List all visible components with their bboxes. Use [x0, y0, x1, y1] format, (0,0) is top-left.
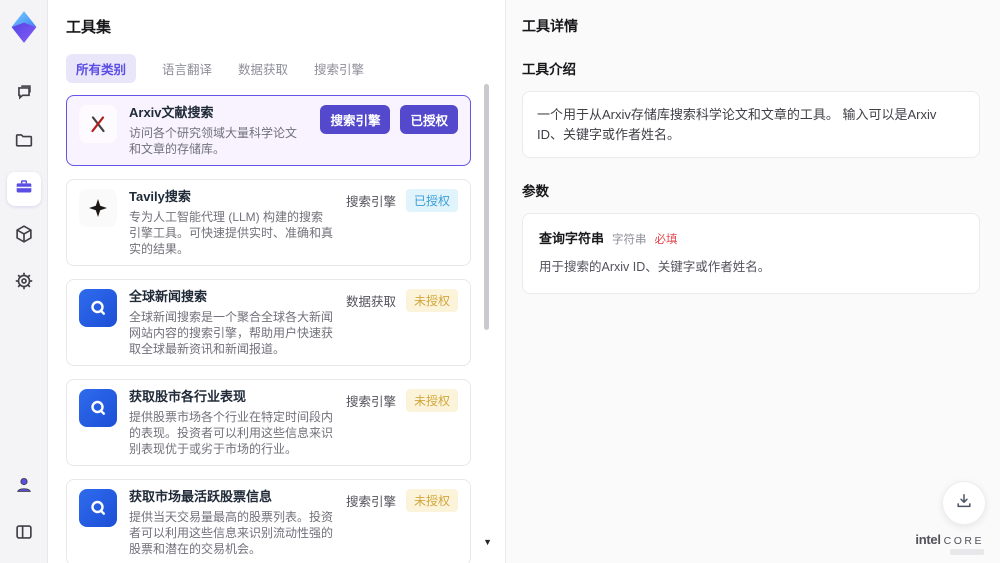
tool-status-badge: 未授权	[405, 289, 458, 312]
category-tabs: 所有类别 语言翻译 数据获取 搜索引擎	[66, 54, 471, 83]
app-logo-icon	[7, 10, 41, 44]
intel-core-sub-mark	[950, 549, 984, 555]
tool-intro-text: 一个用于从Arxiv存储库搜索科学论文和文章的工具。 输入可以是Arxiv ID…	[522, 91, 980, 158]
tool-icon	[79, 105, 117, 143]
tool-title: Arxiv文献搜索	[129, 105, 214, 120]
search-q-icon	[91, 300, 105, 315]
tool-title: Tavily搜索	[129, 189, 191, 204]
tool-card-list: Arxiv文献搜索 访问各个研究领域大量科学论文和文章的存储库。 搜索引擎 已授…	[66, 95, 471, 563]
category-tab[interactable]: 所有类别	[66, 54, 137, 83]
core-brand-text: core	[943, 535, 984, 547]
page-title: 工具集	[66, 19, 112, 36]
param-description: 用于搜索的Arxiv ID、关键字或作者姓名。	[539, 260, 771, 274]
gear-icon	[13, 270, 35, 297]
download-icon	[954, 491, 974, 516]
intel-brand-text: intel	[915, 532, 941, 547]
tool-icon	[79, 189, 117, 227]
category-tab[interactable]: 数据获取	[238, 59, 288, 78]
tool-card[interactable]: 全球新闻搜索 全球新闻搜索是一个聚合全球各大新闻网站内容的搜索引擎，帮助用户快速…	[66, 279, 471, 366]
tool-status-badge: 已授权	[400, 105, 458, 134]
tool-category-label: 搜索引擎	[345, 195, 396, 209]
intro-heading: 工具介绍	[522, 62, 576, 77]
param-type: 字符串	[612, 234, 647, 246]
sidebar-item-plugins[interactable]	[7, 219, 41, 253]
sidebar-item-toolset[interactable]	[6, 172, 41, 206]
tool-title: 全球新闻搜索	[129, 289, 208, 304]
tool-category-label: 搜索引擎	[320, 105, 391, 134]
tavily-star-icon	[89, 199, 107, 217]
tool-category-label: 搜索引擎	[345, 495, 396, 509]
tool-status-badge: 未授权	[405, 489, 458, 512]
tool-status-badge: 未授权	[405, 389, 458, 412]
arxiv-icon	[91, 116, 105, 133]
sidebar-item-chat[interactable]	[7, 78, 41, 112]
sidebar-item-files[interactable]	[7, 125, 41, 159]
toolbox-icon	[13, 176, 35, 203]
tool-title: 获取市场最活跃股票信息	[129, 489, 273, 504]
panel-toggle-icon	[13, 521, 35, 548]
detail-title: 工具详情	[522, 18, 578, 34]
tool-title: 获取股市各行业表现	[129, 389, 247, 404]
folder-icon	[13, 129, 35, 156]
tool-icon	[79, 489, 117, 527]
tool-card[interactable]: 获取股市各行业表现 提供股票市场各个行业在特定时间段内的表现。投资者可以利用这些…	[66, 379, 471, 466]
cube-icon	[13, 223, 35, 250]
search-q-icon	[91, 500, 105, 515]
sidebar-item-settings[interactable]	[7, 266, 41, 300]
tool-category-label: 搜索引擎	[345, 395, 396, 409]
category-tab[interactable]: 语言翻译	[162, 59, 212, 78]
tool-status-badge: 已授权	[405, 189, 458, 212]
tool-category-label: 数据获取	[345, 295, 396, 309]
tool-desc: 访问各个研究领域大量科学论文和文章的存储库。	[129, 126, 298, 156]
tool-list-pane: 工具集 所有类别 语言翻译 数据获取 搜索引擎 Arxiv文献搜索 访问各个研究领域大…	[48, 0, 505, 563]
params-heading: 参数	[522, 184, 549, 199]
tool-icon	[79, 289, 117, 327]
category-tab[interactable]: 搜索引擎	[314, 59, 364, 78]
sidebar-item-account[interactable]	[7, 470, 41, 504]
tool-icon	[79, 389, 117, 427]
chat-icon	[13, 82, 35, 109]
search-q-icon	[91, 400, 105, 415]
scrollbar-thumb[interactable]	[484, 84, 489, 330]
param-required-badge: 必填	[654, 234, 678, 246]
user-icon	[13, 474, 35, 501]
download-button[interactable]	[942, 481, 986, 525]
tool-desc: 提供股票市场各个行业在特定时间段内的表现。投资者可以利用这些信息来识别表现优于或…	[129, 410, 334, 456]
tool-detail-pane: 工具详情 工具介绍 一个用于从Arxiv存储库搜索科学论文和文章的工具。 输入可…	[505, 0, 1000, 563]
scroll-down-arrow[interactable]: ▼	[483, 538, 492, 547]
tool-card[interactable]: 获取市场最活跃股票信息 提供当天交易量最高的股票列表。投资者可以利用这些信息来识…	[66, 479, 471, 563]
tool-desc: 专为人工智能代理 (LLM) 构建的搜索引擎工具。可快速提供实时、准确和真实的结…	[129, 210, 334, 256]
tool-card[interactable]: Arxiv文献搜索 访问各个研究领域大量科学论文和文章的存储库。 搜索引擎 已授…	[66, 95, 471, 166]
tool-desc: 全球新闻搜索是一个聚合全球各大新闻网站内容的搜索引擎，帮助用户快速获取全球最新资…	[129, 310, 334, 356]
tool-card[interactable]: Tavily搜索 专为人工智能代理 (LLM) 构建的搜索引擎工具。可快速提供实…	[66, 179, 471, 266]
app-sidebar	[0, 0, 48, 563]
intel-core-logo: intel core	[915, 532, 984, 555]
sidebar-collapse-button[interactable]	[7, 517, 41, 551]
tool-desc: 提供当天交易量最高的股票列表。投资者可以利用这些信息来识别流动性强的股票和潜在的…	[129, 510, 334, 556]
param-name: 查询字符串	[539, 231, 605, 246]
parameter-card: 查询字符串 字符串 必填 用于搜索的Arxiv ID、关键字或作者姓名。	[522, 213, 980, 294]
